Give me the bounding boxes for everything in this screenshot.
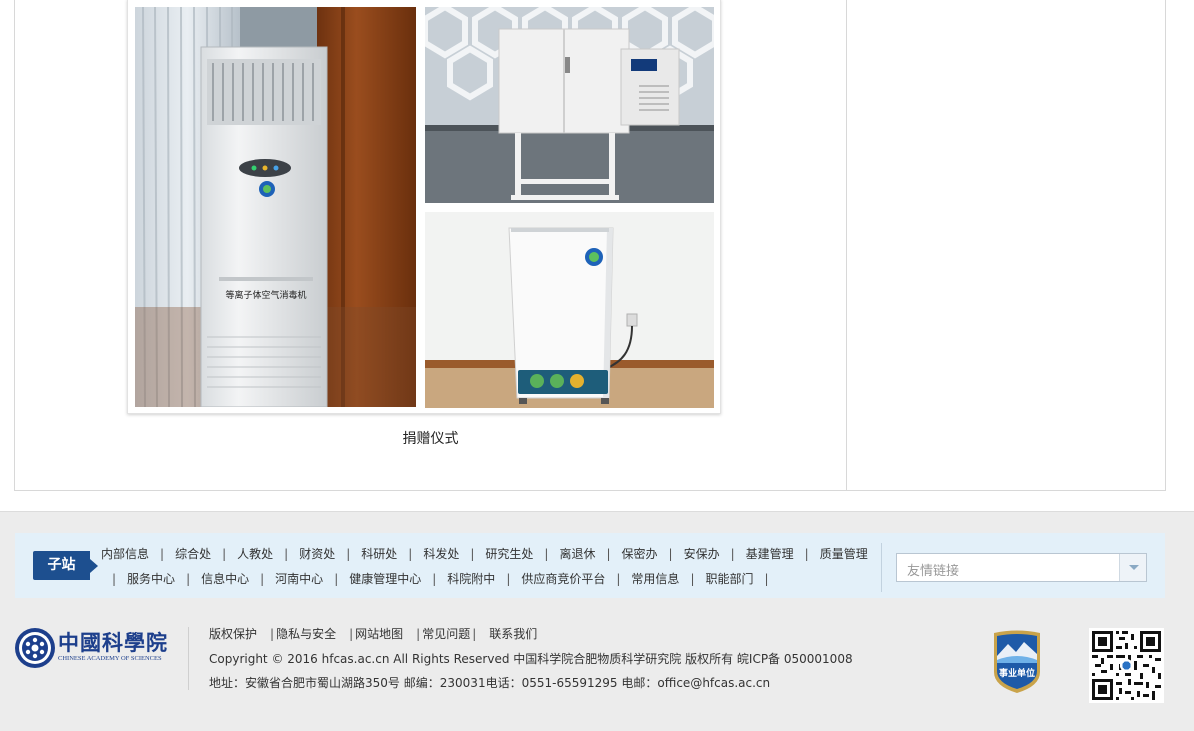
separator: | <box>472 627 477 641</box>
separator: | <box>112 572 117 586</box>
substation-divider <box>881 543 882 592</box>
photo-caption: 捐赠仪式 <box>402 431 459 447</box>
substation-link[interactable]: 健康管理中心 <box>349 572 421 586</box>
friend-links-placeholder: 友情链接 <box>907 564 960 579</box>
footer-divider <box>188 627 189 690</box>
separator: | <box>616 572 621 586</box>
separator: | <box>284 547 289 561</box>
svg-text:等离子体空气消毒机: 等离子体空气消毒机 <box>225 289 306 301</box>
logo-chinese-name: 中國科學院 <box>58 630 168 655</box>
substation-link[interactable]: 科研处 <box>361 547 397 561</box>
substation-badge: 子站 <box>33 551 98 580</box>
separator: | <box>432 572 437 586</box>
substation-links: 内部信息 | 综合处 | 人教处 | 财资处 | 科研处 | 科发处 | 研究生处 | 离退休 | 保密办 | 安保… <box>101 542 885 592</box>
phone-label: 电话： <box>485 676 522 690</box>
postcode-value: 230031 <box>439 676 486 690</box>
separator: | <box>334 572 339 586</box>
badge-text: 事业单位 <box>999 667 1035 679</box>
page-footer: 子站 内部信息 | 综合处 | 人教处 | 财资处 | 科研处 | 科发处 | 研究生处 | 离退休 | 保密办… <box>0 511 1194 731</box>
address-value: 安徽省合肥市蜀山湖路350号 <box>245 676 400 690</box>
separator: | <box>470 547 475 561</box>
email-value: office@hfcas.ac.cn <box>657 676 771 690</box>
substation-link[interactable]: 科院附中 <box>447 572 495 586</box>
footer-links: 版权保护 | 隐私与安全 | 网站地图 | 常见问题 | 联系我们 <box>209 625 537 642</box>
chevron-down-icon[interactable] <box>1119 554 1146 581</box>
copyright-text: Copyright © 2016 hfcas.ac.cn All Rights … <box>209 652 853 666</box>
substation-link[interactable]: 常用信息 <box>631 572 679 586</box>
link-contact-us[interactable]: 联系我们 <box>489 627 537 641</box>
friend-links-select[interactable]: 友情链接 <box>896 553 1147 582</box>
substation-link[interactable]: 离退休 <box>559 547 595 561</box>
photo-air-disinfector-cabinet: 等离子体空气消毒机 <box>135 7 416 407</box>
link-sitemap[interactable]: 网站地图 <box>355 627 403 641</box>
substation-link[interactable]: 供应商竞价平台 <box>521 572 605 586</box>
separator: | <box>764 572 769 586</box>
cas-emblem-icon <box>15 628 55 668</box>
separator: | <box>606 547 611 561</box>
phone-value: 0551-65591295 <box>521 676 618 690</box>
substation-link[interactable]: 基建管理 <box>746 547 794 561</box>
donation-photo-collage: 等离子体空气消毒机 <box>127 0 721 414</box>
separator: | <box>260 572 265 586</box>
separator: | <box>416 627 421 641</box>
qr-code-icon <box>1089 628 1164 703</box>
substation-link[interactable]: 人教处 <box>237 547 273 561</box>
substation-link[interactable]: 科发处 <box>423 547 459 561</box>
substation-link[interactable]: 保密办 <box>622 547 658 561</box>
photo-mobile-air-purifier <box>425 212 714 408</box>
email-label: 电邮： <box>621 676 658 690</box>
separator: | <box>668 547 673 561</box>
substation-link[interactable]: 服务中心 <box>127 572 175 586</box>
separator: | <box>506 572 511 586</box>
substation-link[interactable]: 内部信息 <box>101 547 149 561</box>
separator: | <box>730 547 735 561</box>
separator: | <box>160 547 165 561</box>
separator: | <box>690 572 695 586</box>
article-content-panel: 等离子体空气消毒机 捐赠仪式 <box>14 0 1166 491</box>
separator: | <box>349 627 354 641</box>
photo-wall-mounted-sterilizer <box>425 7 714 203</box>
substation-link[interactable]: 质量管理 <box>820 547 868 561</box>
public-institution-shield-icon: 事业单位 <box>994 630 1040 693</box>
separator: | <box>222 547 227 561</box>
address-line: 地址：安徽省合肥市蜀山湖路350号 邮编：230031电话：0551-65591… <box>209 674 770 691</box>
substation-link[interactable]: 研究生处 <box>485 547 533 561</box>
separator: | <box>408 547 413 561</box>
address-label: 地址： <box>209 676 246 690</box>
sidebar-divider <box>846 0 847 490</box>
logo-english-name: CHINESE ACADEMY OF SCIENCES <box>58 655 162 662</box>
separator: | <box>544 547 549 561</box>
link-privacy-security[interactable]: 隐私与安全 <box>276 627 336 641</box>
public-institution-badge[interactable]: 事业单位 <box>990 630 1044 694</box>
postcode-label: 邮编： <box>403 676 440 690</box>
qr-code <box>1089 628 1164 703</box>
separator: | <box>804 547 809 561</box>
substation-link[interactable]: 财资处 <box>299 547 335 561</box>
substation-link[interactable]: 信息中心 <box>201 572 249 586</box>
cas-logo[interactable]: 中國科學院 CHINESE ACADEMY OF SCIENCES <box>14 626 167 670</box>
substation-link[interactable]: 安保办 <box>684 547 720 561</box>
substation-link[interactable]: 河南中心 <box>275 572 323 586</box>
separator: | <box>270 627 275 641</box>
link-faq[interactable]: 常见问题 <box>422 627 470 641</box>
separator: | <box>346 547 351 561</box>
substation-link[interactable]: 职能部门 <box>705 572 753 586</box>
separator: | <box>186 572 191 586</box>
link-copyright-protection[interactable]: 版权保护 <box>209 627 257 641</box>
substation-link[interactable]: 综合处 <box>175 547 211 561</box>
substation-bar: 子站 内部信息 | 综合处 | 人教处 | 财资处 | 科研处 | 科发处 | 研究生处 | 离退休 | 保密办… <box>15 533 1165 598</box>
